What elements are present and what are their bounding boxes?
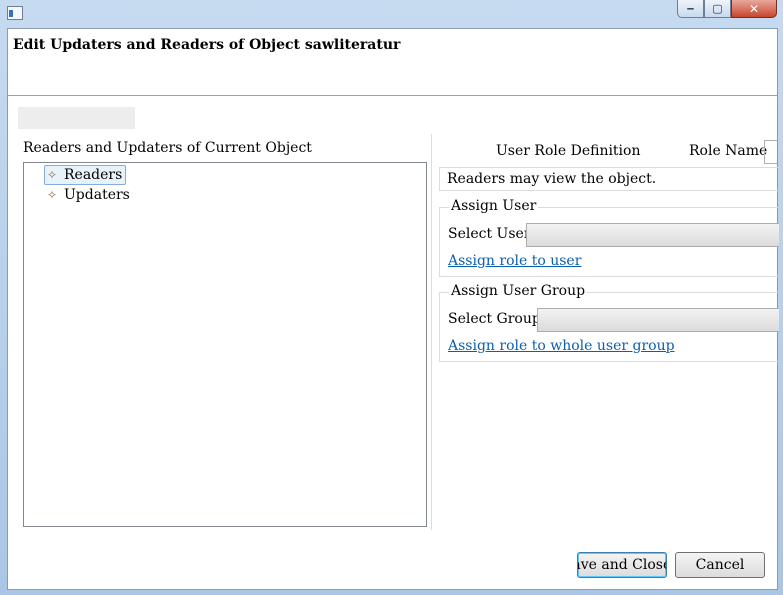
assign-user-group-group-box: Assign User Group Select Group Assign ro… — [439, 283, 779, 362]
close-button[interactable]: ✕ — [731, 0, 777, 18]
minimize-button[interactable]: ‒ — [677, 0, 704, 18]
minimize-icon: ‒ — [686, 2, 695, 15]
cancel-label: Cancel — [695, 557, 745, 573]
window-controls: ‒ ▢ ✕ — [677, 0, 777, 19]
dialog-title: Edit Updaters and Readers of Object sawl… — [13, 37, 401, 53]
save-and-close-label: Save and Close — [578, 557, 666, 573]
select-group-label: Select Group — [448, 311, 541, 327]
role-icon: ✧ — [46, 168, 58, 182]
select-user-combo[interactable] — [526, 223, 779, 247]
tree-item-updaters[interactable]: ✧ Updaters — [45, 186, 130, 204]
select-user-label: Select User — [448, 226, 531, 242]
select-group-combo[interactable] — [537, 308, 779, 332]
title-bar[interactable]: ‒ ▢ ✕ — [0, 0, 783, 28]
window-frame: ‒ ▢ ✕ Edit Updaters and Readers of Objec… — [0, 0, 783, 595]
maximize-button[interactable]: ▢ — [704, 0, 731, 18]
dialog-header: Edit Updaters and Readers of Object sawl… — [8, 29, 777, 96]
roles-tree[interactable]: ✧ Readers ✧ Updaters — [23, 162, 427, 527]
panel-divider[interactable] — [431, 134, 432, 530]
role-name-field[interactable] — [764, 140, 777, 164]
tree-item-label: Updaters — [64, 187, 130, 203]
close-icon: ✕ — [748, 1, 760, 16]
assign-user-group-box: Assign User Select User Assign role to u… — [439, 198, 779, 277]
assign-role-to-group-link[interactable]: Assign role to whole user group — [448, 338, 675, 354]
assign-role-to-user-link[interactable]: Assign role to user — [448, 253, 581, 269]
tree-item-label: Readers — [64, 167, 123, 183]
role-icon: ✧ — [46, 188, 58, 202]
maximize-icon: ▢ — [712, 2, 723, 15]
role-tabs: User Role Definition Role Name — [441, 134, 777, 164]
save-and-close-button[interactable]: Save and Close — [577, 552, 667, 578]
cancel-button[interactable]: Cancel — [675, 552, 765, 578]
tab-user-role-definition[interactable]: User Role Definition — [496, 143, 640, 159]
tree-item-readers[interactable]: ✧ Readers — [44, 165, 127, 185]
dialog-body: Readers and Updaters of Current Object ✧… — [8, 96, 779, 589]
role-description: Readers may view the object. — [447, 171, 657, 187]
role-description-box: Readers may view the object. — [439, 167, 778, 191]
assign-user-legend: Assign User — [449, 198, 539, 214]
placeholder-strip — [18, 107, 135, 129]
tab-role-name[interactable]: Role Name — [689, 143, 767, 159]
app-icon — [7, 6, 23, 20]
left-panel-title: Readers and Updaters of Current Object — [23, 140, 312, 156]
dialog-client-area: Edit Updaters and Readers of Object sawl… — [7, 28, 779, 590]
assign-user-group-legend: Assign User Group — [449, 283, 588, 299]
